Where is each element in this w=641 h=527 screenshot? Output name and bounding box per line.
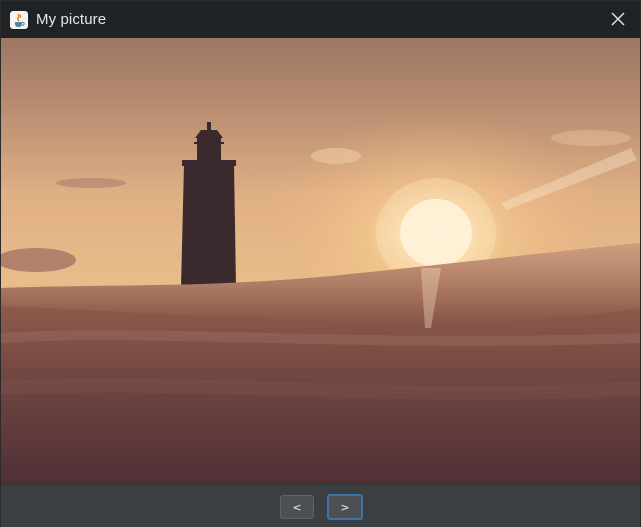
window-title: My picture <box>36 11 107 28</box>
lighthouse-sunset-image <box>1 38 640 484</box>
app-window: My picture < > <box>0 0 641 527</box>
previous-button[interactable]: < <box>280 495 314 519</box>
close-button[interactable] <box>604 5 632 33</box>
picture-view <box>1 38 640 484</box>
java-cup-icon <box>10 10 28 29</box>
close-icon <box>611 12 625 26</box>
title-bar[interactable]: My picture <box>1 1 640 38</box>
next-button[interactable]: > <box>327 494 363 520</box>
navigation-bar: < > <box>1 484 640 527</box>
